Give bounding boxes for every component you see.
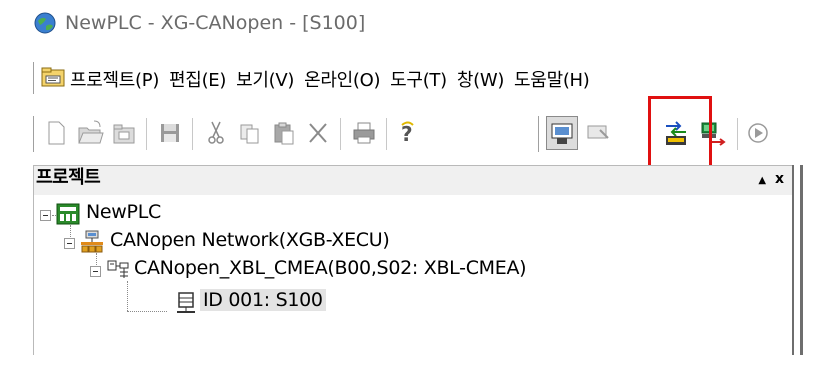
app-globe-icon xyxy=(34,12,56,34)
print-icon xyxy=(353,122,375,144)
master-module-icon xyxy=(107,260,129,278)
splitter[interactable] xyxy=(800,165,803,355)
tree-node-newplc[interactable]: NewPLC xyxy=(34,201,334,229)
paste-button[interactable] xyxy=(268,116,300,150)
open-folder-icon xyxy=(113,124,135,144)
collapse-icon[interactable] xyxy=(64,238,75,249)
panel-border-right xyxy=(792,165,794,355)
menu-bar: 프로젝트(P) 편집(E) 보기(V) 온라인(O) 도구(T) 창(W) 도움… xyxy=(0,62,824,96)
copy-button[interactable] xyxy=(234,116,266,150)
run-button[interactable] xyxy=(742,116,774,150)
copy-icon xyxy=(240,124,259,144)
title-bar: NewPLC - XG-CANopen - [S100] xyxy=(0,0,824,50)
run-icon xyxy=(748,123,768,143)
help-button[interactable]: ? xyxy=(392,116,424,150)
tree-node-label: NewPLC xyxy=(86,201,161,223)
cut-button[interactable] xyxy=(200,116,232,150)
open-folder-button[interactable] xyxy=(108,116,140,150)
highlight-box xyxy=(648,96,712,176)
panel-controls: ▲ x xyxy=(758,171,784,187)
tree-node-canopen-master[interactable]: CANopen_XBL_CMEA(B00,S02: XBL-CMEA) xyxy=(34,257,734,285)
cut-icon xyxy=(208,121,224,144)
close-icon[interactable]: x xyxy=(775,171,784,187)
collapse-icon[interactable] xyxy=(40,210,51,221)
plc-icon xyxy=(56,203,80,225)
menu-grip[interactable] xyxy=(33,62,38,94)
new-project-icon xyxy=(48,121,65,145)
project-tree: NewPLC CANopen Network(XGB-XECU) CANopen… xyxy=(34,195,792,360)
menu-project[interactable]: 프로젝트(P) xyxy=(70,66,166,92)
tree-node-slave-s100[interactable]: ID 001: S100 xyxy=(34,289,434,317)
delete-icon xyxy=(309,123,327,143)
disconnect-button[interactable] xyxy=(582,116,614,150)
menu-help[interactable]: 도움말(H) xyxy=(511,66,596,92)
tree-node-label-selected: ID 001: S100 xyxy=(200,289,326,311)
open-project-button[interactable] xyxy=(74,116,106,150)
tree-node-label: CANopen_XBL_CMEA(B00,S02: XBL-CMEA) xyxy=(134,257,527,279)
menu-edit[interactable]: 편집(E) xyxy=(166,66,233,92)
connect-icon xyxy=(551,123,573,144)
tree-node-label: CANopen Network(XGB-XECU) xyxy=(110,229,390,251)
pin-icon[interactable]: ▲ xyxy=(758,175,766,186)
disconnect-icon xyxy=(587,125,609,139)
panel-title: 프로젝트 xyxy=(36,167,101,188)
project-folder-icon[interactable] xyxy=(40,65,66,89)
collapse-icon[interactable] xyxy=(90,266,101,277)
save-button[interactable] xyxy=(154,116,186,150)
toolbar-grip[interactable] xyxy=(33,116,38,152)
new-project-button[interactable] xyxy=(40,116,72,150)
tree-node-canopen-network[interactable]: CANopen Network(XGB-XECU) xyxy=(34,229,534,257)
menu-online[interactable]: 온라인(O) xyxy=(301,66,387,92)
open-project-icon xyxy=(78,120,104,144)
paste-icon xyxy=(274,122,294,145)
connect-button[interactable] xyxy=(546,116,578,150)
save-icon xyxy=(161,124,179,142)
help-icon: ? xyxy=(401,121,414,146)
menu-window[interactable]: 창(W) xyxy=(454,66,511,92)
delete-button[interactable] xyxy=(302,116,334,150)
menu-tools[interactable]: 도구(T) xyxy=(387,66,454,92)
print-button[interactable] xyxy=(348,116,380,150)
project-panel-header: 프로젝트 ▲ x xyxy=(33,165,793,195)
window-title: NewPLC - XG-CANopen - [S100] xyxy=(65,12,366,34)
slave-device-icon xyxy=(177,292,195,313)
network-icon xyxy=(81,230,103,253)
toolbar2-grip[interactable] xyxy=(538,116,543,152)
menu-view[interactable]: 보기(V) xyxy=(233,66,301,92)
